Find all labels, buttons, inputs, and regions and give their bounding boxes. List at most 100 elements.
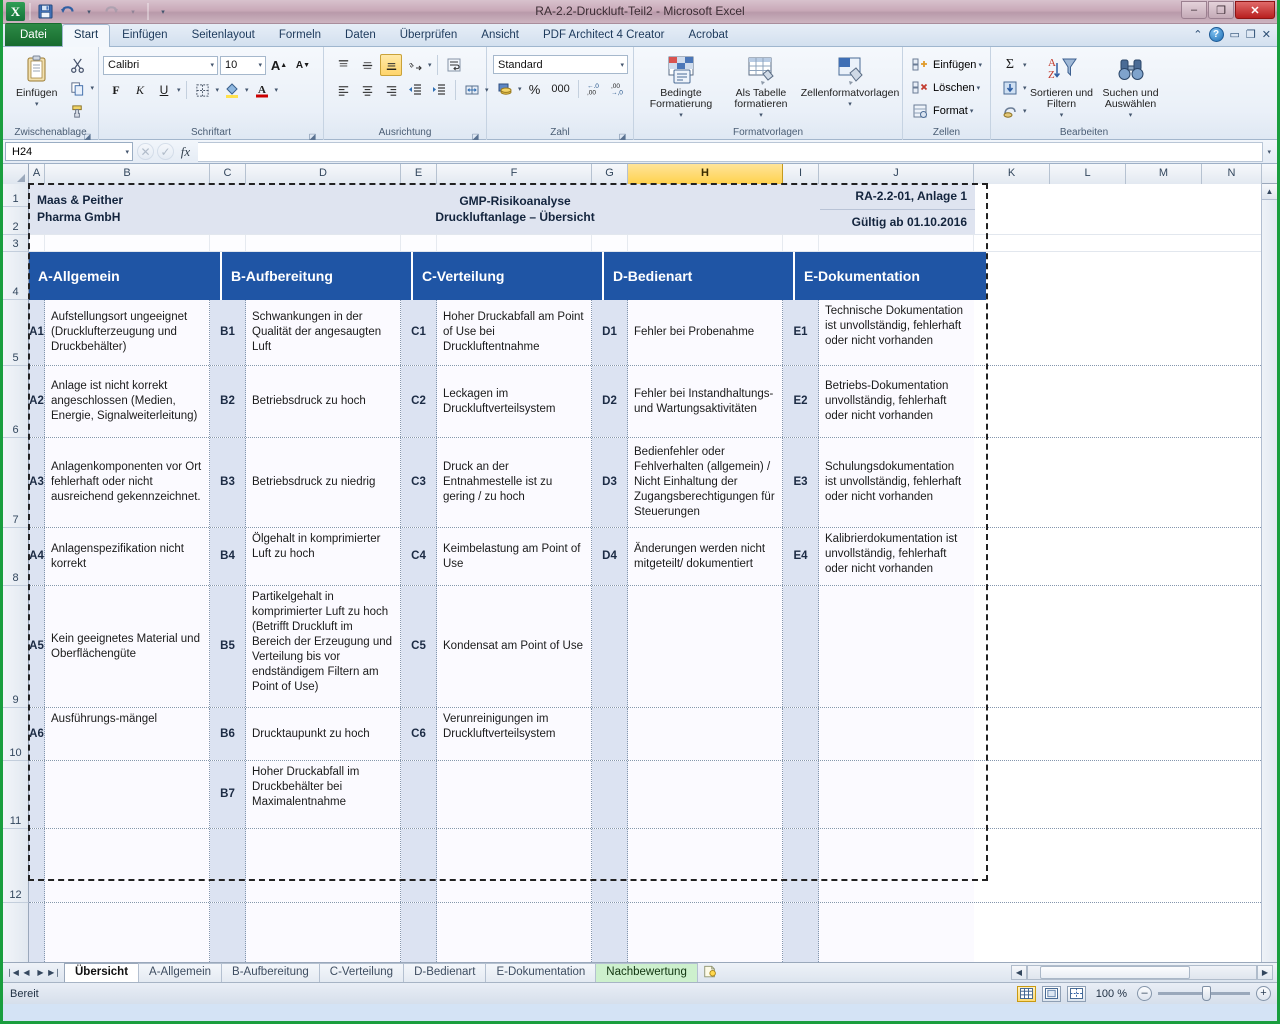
zoom-slider[interactable]	[1158, 992, 1250, 995]
cancel-formula-icon[interactable]: ✕	[137, 143, 154, 160]
thousands-button[interactable]: 000	[548, 78, 574, 100]
first-sheet-icon[interactable]: ❘◀	[6, 968, 19, 977]
cell-d7-text[interactable]	[628, 761, 783, 828]
cell-e5-code[interactable]	[783, 586, 819, 707]
cell-d4-code[interactable]: D4	[592, 528, 628, 585]
minimize-workbook-icon[interactable]: ▭	[1230, 28, 1240, 41]
cell-styles-dropdown-icon[interactable]: ▾	[848, 99, 852, 110]
cell-d5-code[interactable]	[592, 586, 628, 707]
cell-d5-text[interactable]	[628, 586, 783, 707]
cell-d8-text[interactable]	[628, 829, 783, 902]
column-header-e[interactable]: E	[401, 164, 437, 184]
doc-valid-cell[interactable]: Gültig ab 01.10.2016	[820, 210, 975, 235]
column-header-d[interactable]: D	[246, 164, 401, 184]
conditional-dropdown-icon[interactable]: ▾	[679, 110, 683, 121]
cell-c4-code[interactable]: C4	[401, 528, 437, 585]
ribbon-tab-ueberpruefen[interactable]: Überprüfen	[388, 24, 470, 46]
column-header-l[interactable]: L	[1050, 164, 1126, 184]
cell-a6-code[interactable]: A6	[29, 708, 45, 760]
cell-a5-text[interactable]: Kein geeignetes Material und Oberflächen…	[45, 586, 210, 707]
column-header-a[interactable]: A	[29, 164, 45, 184]
cell-a7-code[interactable]	[29, 761, 45, 828]
hscroll-thumb[interactable]	[1040, 966, 1190, 979]
scroll-up-icon[interactable]: ▲	[1262, 184, 1277, 200]
banner-a-allgemein[interactable]: A-Allgemein	[29, 252, 220, 300]
cell-c7-text[interactable]	[437, 761, 592, 828]
cell-e4-text[interactable]: Kalibrierdokumentation ist unvollständig…	[819, 528, 974, 585]
sheet-tab-c-verteilung[interactable]: C-Verteilung	[319, 963, 404, 982]
cell-a9-text[interactable]	[45, 903, 210, 962]
font-color-dropdown-icon[interactable]: ▾	[275, 86, 279, 94]
format-as-table-button[interactable]: Als Tabelle formatieren ▾	[724, 52, 798, 121]
cell-e5-text[interactable]	[819, 586, 974, 707]
close-workbook-icon[interactable]: ✕	[1262, 28, 1271, 41]
ribbon-tab-einfuegen[interactable]: Einfügen	[110, 24, 179, 46]
zoom-out-button[interactable]: –	[1137, 986, 1152, 1001]
number-format-combo[interactable]: Standard ▾	[493, 55, 628, 74]
number-dialog-launcher[interactable]: ◪	[618, 130, 627, 139]
fill-icon[interactable]	[999, 77, 1021, 99]
column-header-g[interactable]: G	[592, 164, 628, 184]
select-all-button[interactable]	[3, 164, 29, 184]
cell-c7-code[interactable]	[401, 761, 437, 828]
increase-indent-icon[interactable]	[428, 79, 450, 101]
align-center-icon[interactable]	[356, 79, 378, 101]
undo-icon[interactable]	[57, 2, 77, 21]
row-header-10[interactable]: 10	[3, 708, 29, 761]
new-sheet-icon[interactable]	[697, 965, 723, 981]
conditional-formatting-button[interactable]: Bedingte Formatierung ▾	[642, 52, 720, 121]
sheet-tab-a-allgemein[interactable]: A-Allgemein	[138, 963, 222, 982]
italic-button[interactable]: K	[129, 79, 151, 101]
clear-icon[interactable]	[999, 100, 1021, 122]
grow-font-icon[interactable]: A▲	[268, 54, 290, 76]
align-bottom-icon[interactable]	[380, 54, 402, 76]
cell-b8-code[interactable]	[210, 829, 246, 902]
cell-c5-code[interactable]: C5	[401, 586, 437, 707]
page-break-view-button[interactable]	[1067, 986, 1086, 1002]
scroll-right-icon[interactable]: ▶	[1257, 965, 1273, 980]
cell-e3-text[interactable]: Schulungsdokumentation ist unvollständig…	[819, 438, 974, 527]
format-painter-icon[interactable]	[66, 100, 88, 122]
doc-ref-cell[interactable]: RA-2.2-01, Anlage 1	[820, 184, 975, 210]
table-dropdown-icon[interactable]: ▾	[759, 110, 763, 121]
ribbon-tab-daten[interactable]: Daten	[333, 24, 388, 46]
cell-b1-text[interactable]: Schwankungen in der Qualität der angesau…	[246, 300, 401, 365]
cut-icon[interactable]	[66, 54, 88, 76]
row-header-2[interactable]: 2	[3, 207, 29, 235]
row-header-4[interactable]: 4	[3, 252, 29, 300]
column-header-j[interactable]: J	[819, 164, 974, 184]
sheet-tab-b-aufbereitung[interactable]: B-Aufbereitung	[221, 963, 320, 982]
cell-e2-code[interactable]: E2	[783, 366, 819, 437]
fill-color-icon[interactable]	[221, 79, 243, 101]
paste-dropdown-icon[interactable]: ▾	[35, 99, 39, 110]
borders-dropdown-icon[interactable]: ▾	[216, 86, 220, 94]
font-color-icon[interactable]: A	[251, 79, 273, 101]
align-top-icon[interactable]	[332, 54, 354, 76]
column-header-h[interactable]: H	[628, 164, 783, 184]
cell-a3-code[interactable]: A3	[29, 438, 45, 527]
cell-b6-text[interactable]: Drucktaupunkt zu hoch	[246, 708, 401, 760]
borders-icon[interactable]	[192, 79, 214, 101]
cell-b3-text[interactable]: Betriebsdruck zu niedrig	[246, 438, 401, 527]
banner-d-bedienart[interactable]: D-Bedienart	[604, 252, 793, 300]
insert-cells-button[interactable]: Einfügen ▾	[909, 54, 982, 76]
ribbon-tab-seitenlayout[interactable]: Seitenlayout	[180, 24, 267, 46]
close-button[interactable]: ✕	[1235, 1, 1275, 19]
redo-dropdown-icon[interactable]: ▾	[123, 2, 143, 21]
font-size-combo[interactable]: 10 ▾	[220, 56, 266, 75]
cell-d8-code[interactable]	[592, 829, 628, 902]
underline-dropdown-icon[interactable]: ▾	[177, 86, 181, 94]
align-left-icon[interactable]	[332, 79, 354, 101]
bold-button[interactable]: F	[105, 79, 127, 101]
banner-b-aufbereitung[interactable]: B-Aufbereitung	[222, 252, 411, 300]
column-header-b[interactable]: B	[45, 164, 210, 184]
cell-b4-code[interactable]: B4	[210, 528, 246, 585]
shrink-font-icon[interactable]: A▼	[292, 54, 314, 76]
cell-a2-code[interactable]: A2	[29, 366, 45, 437]
autosum-icon[interactable]: Σ	[999, 54, 1021, 76]
cell-c1-code[interactable]: C1	[401, 300, 437, 365]
cell-a8-code[interactable]	[29, 829, 45, 902]
cell-styles-button[interactable]: Zellenformatvorlagen ▾	[802, 52, 898, 110]
copy-dropdown-icon[interactable]: ▾	[90, 84, 94, 92]
customize-qat-icon[interactable]: ▾	[153, 2, 173, 21]
